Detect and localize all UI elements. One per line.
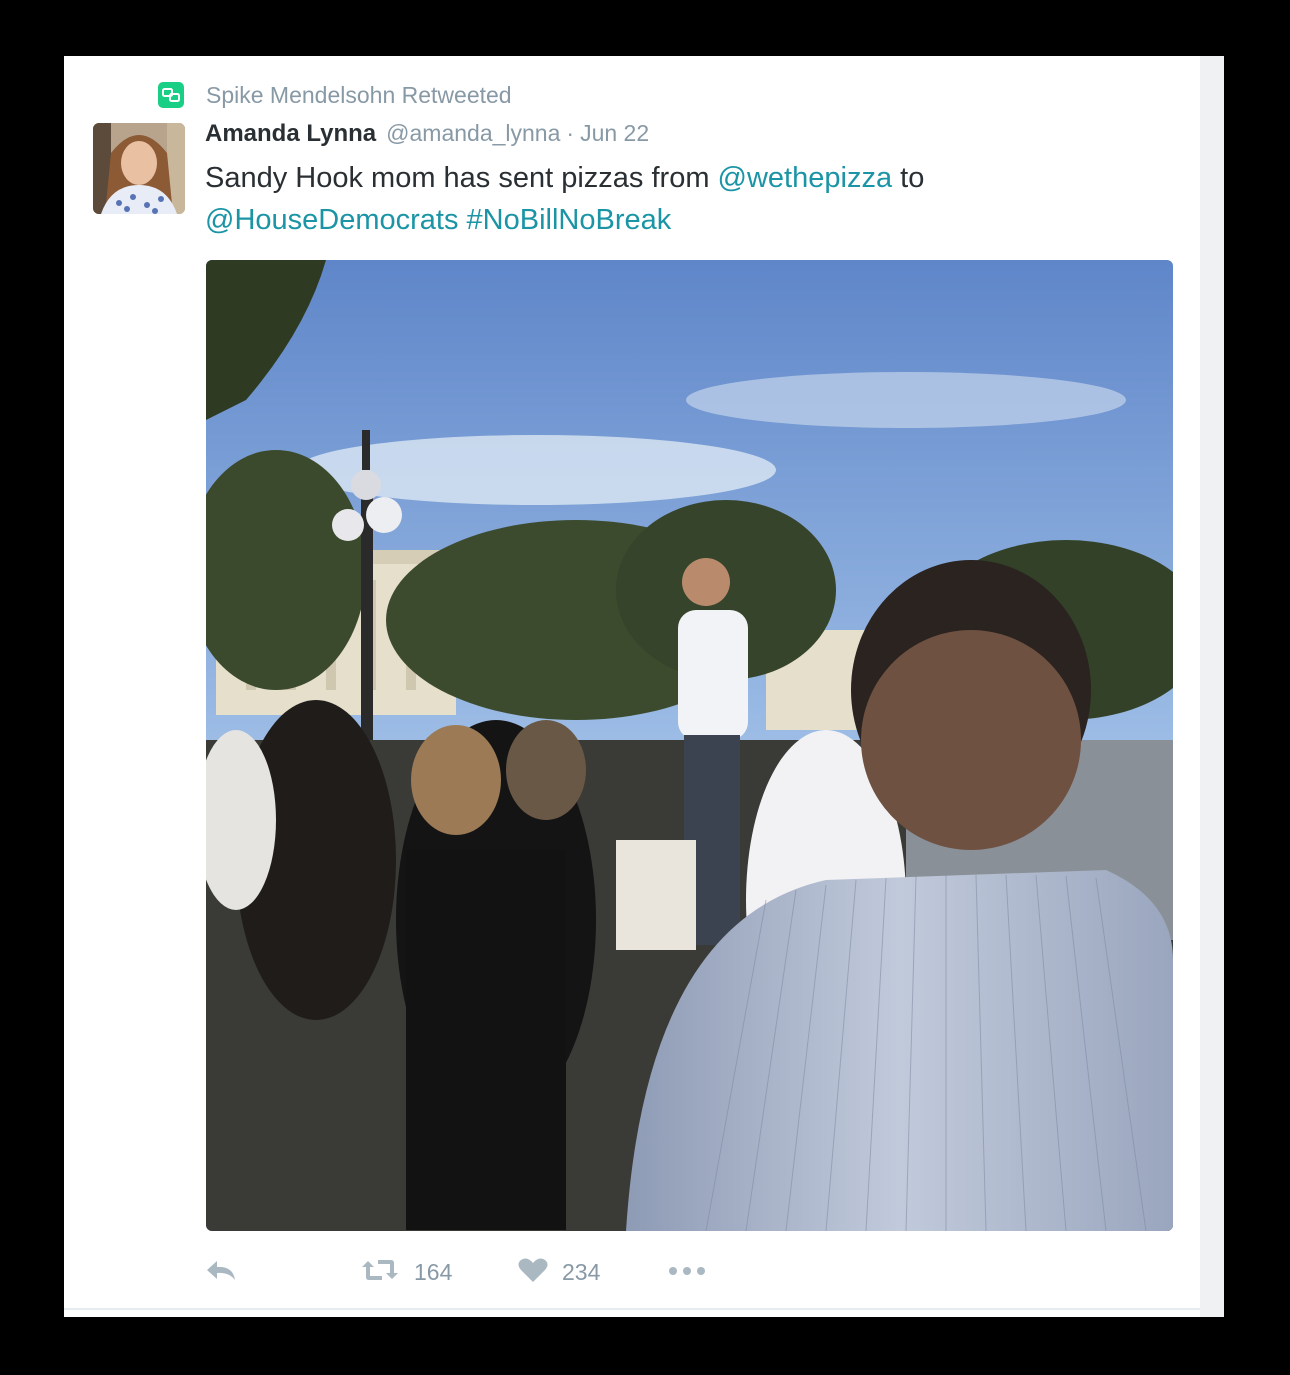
user-handle[interactable]: @amanda_lynna <box>386 120 560 147</box>
card-shadow <box>1200 56 1224 1317</box>
retweet-icon <box>360 1257 400 1288</box>
display-name[interactable]: Amanda Lynna <box>205 120 376 148</box>
hashtag-link[interactable]: #NoBillNoBreak <box>467 204 672 236</box>
like-count: 234 <box>562 1258 601 1285</box>
tweet-actions: 164 234 <box>205 1252 805 1292</box>
mention-link[interactable]: @wethepizza <box>718 162 893 194</box>
reply-icon <box>205 1258 237 1287</box>
retweet-context-row: Spike Mendelsohn Retweeted <box>158 80 512 110</box>
tweet-photo[interactable] <box>206 260 1173 1231</box>
tweet-text: Sandy Hook mom has sent pizzas from @wet… <box>205 157 1085 241</box>
header-separator: · <box>566 120 575 146</box>
tweet-text-part: to <box>892 162 925 194</box>
retweet-count: 164 <box>414 1258 453 1285</box>
avatar[interactable] <box>93 123 185 214</box>
tweet-text-part: Sandy Hook mom has sent pizzas from <box>205 162 718 194</box>
retweet-context-text[interactable]: Spike Mendelsohn Retweeted <box>206 82 512 109</box>
mention-link[interactable]: @HouseDemocrats <box>205 204 458 236</box>
card-divider <box>64 1308 1200 1310</box>
retweet-button[interactable]: 164 <box>360 1252 452 1292</box>
more-dots-icon <box>668 1263 706 1281</box>
tweet-header: Amanda Lynna @amanda_lynna · Jun 22 <box>205 120 649 154</box>
more-button[interactable] <box>668 1252 706 1292</box>
tweet-text-space <box>458 204 466 236</box>
like-button[interactable]: 234 <box>518 1252 600 1292</box>
tweet-card[interactable]: Spike Mendelsohn Retweeted Amanda Lynna … <box>64 56 1200 1317</box>
tweet-date[interactable]: Jun 22 <box>580 120 649 147</box>
heart-icon <box>518 1257 548 1288</box>
reply-button[interactable] <box>205 1252 237 1292</box>
retweet-badge-icon <box>158 82 184 108</box>
